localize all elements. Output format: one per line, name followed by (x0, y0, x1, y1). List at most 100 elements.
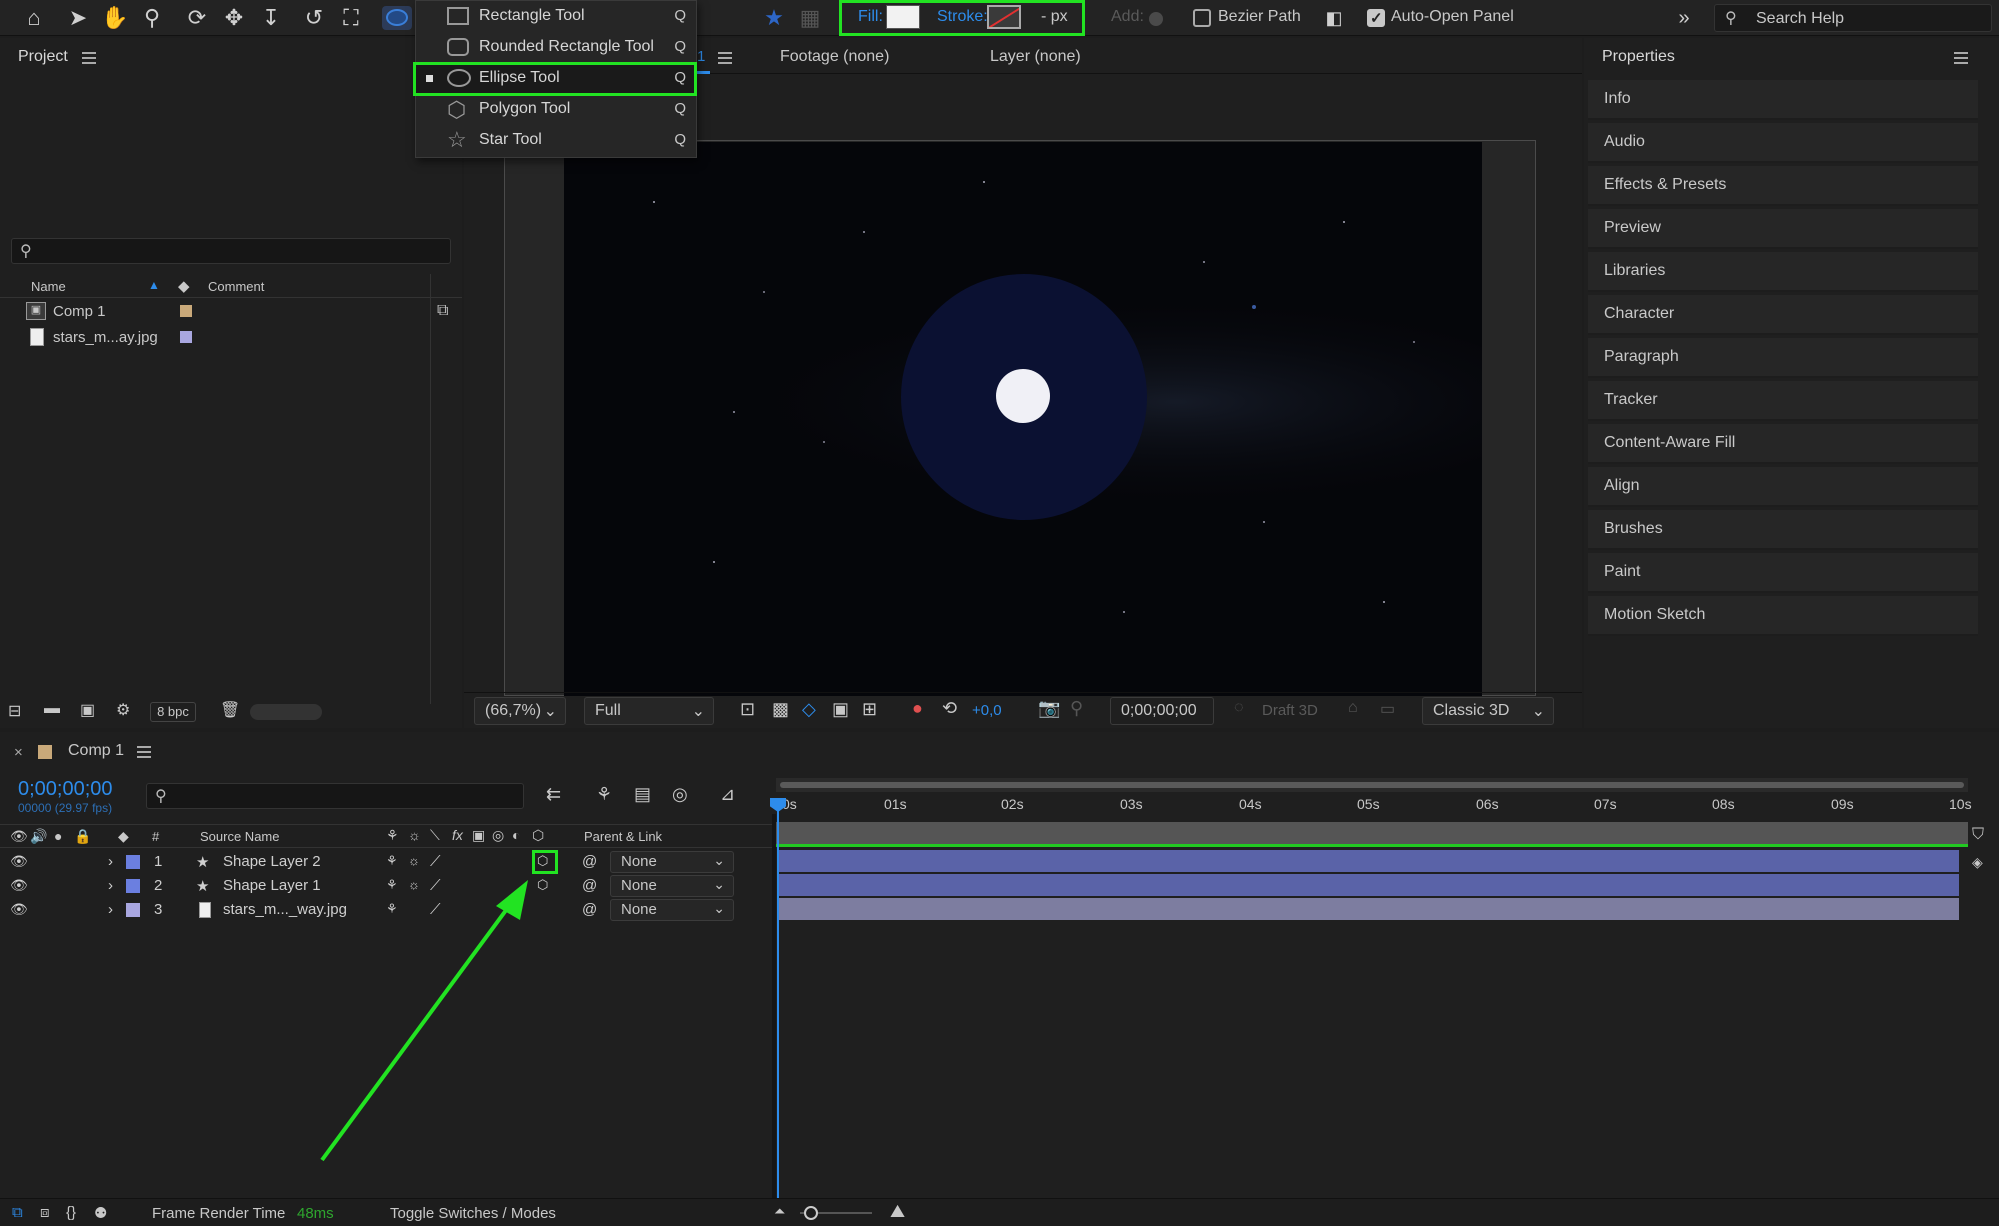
collapse-switch-icon[interactable]: ☼ (408, 827, 421, 843)
pan-camera-tool-icon[interactable]: ✥ (220, 4, 248, 32)
transparency-grid-icon[interactable]: ▩ (772, 699, 789, 720)
work-area-range[interactable] (780, 782, 1964, 788)
layer-bar[interactable] (778, 898, 1959, 920)
timeline-search-input[interactable]: ⚲ (146, 783, 524, 809)
current-time-indicator[interactable] (777, 800, 779, 1198)
properties-panel-title[interactable]: Properties (1602, 48, 1675, 66)
name-column-header[interactable]: Name (31, 279, 66, 294)
pick-whip-icon[interactable]: @ (582, 853, 597, 870)
parent-link-column-header[interactable]: Parent & Link (584, 829, 662, 844)
in-out-columns-icon[interactable]: {} (66, 1204, 76, 1221)
3d-layer-switch-icon[interactable]: ⬡ (532, 827, 544, 844)
mask-visibility-icon[interactable]: ◇ (802, 699, 816, 720)
bpc-button[interactable]: 8 bpc (150, 702, 196, 722)
comment-column-header[interactable]: Comment (208, 279, 264, 294)
trash-icon[interactable]: 🗑 (220, 700, 240, 720)
help-search-box[interactable]: ⚲ Search Help (1714, 4, 1992, 32)
composition-menu-icon[interactable] (718, 52, 732, 64)
dolly-camera-tool-icon[interactable]: ↧ (257, 4, 285, 32)
new-composition-icon[interactable]: ▣ (80, 700, 95, 720)
timeline-menu-icon[interactable] (137, 746, 151, 758)
panel-item-character[interactable]: Character (1588, 295, 1978, 335)
project-item-name[interactable]: Comp 1 (53, 303, 106, 320)
parent-dropdown[interactable]: None ⌄ (610, 899, 734, 921)
interpret-footage-icon[interactable]: ⊟ (8, 701, 21, 721)
list-item[interactable]: ▣ Comp 1 ⧉ (0, 300, 462, 324)
project-panel-title[interactable]: Project (18, 48, 68, 66)
panel-item-effects-presets[interactable]: Effects & Presets (1588, 166, 1978, 206)
add-dropdown-icon[interactable] (1149, 12, 1163, 26)
project-search-input[interactable]: ⚲ (11, 238, 451, 264)
renderer-dropdown[interactable]: Classic 3D ⌄ (1422, 697, 1554, 725)
layer-label-color[interactable] (126, 903, 140, 917)
parent-dropdown[interactable]: None ⌄ (610, 875, 734, 897)
fast-previews-icon[interactable]: ⊡ (740, 699, 755, 720)
panel-item-libraries[interactable]: Libraries (1588, 252, 1978, 292)
zoom-out-icon[interactable]: ⏶ (774, 1203, 785, 1220)
puppet-pin-tool-icon[interactable]: ★ (760, 4, 788, 32)
shy-switch-icon[interactable]: ⚘ (386, 827, 399, 844)
thumbnail-slider[interactable] (250, 704, 322, 720)
motion-blur-icon[interactable]: ◎ (672, 784, 688, 805)
video-visibility-icon[interactable]: 👁 (10, 828, 28, 845)
zoom-slider-handle[interactable] (804, 1206, 818, 1220)
parent-dropdown[interactable]: None ⌄ (610, 851, 734, 873)
keyframe-navigator-icon[interactable]: ◈ (1972, 854, 1983, 871)
sort-ascending-icon[interactable]: ▲ (148, 278, 160, 292)
panel-item-brushes[interactable]: Brushes (1588, 510, 1978, 550)
tab-layer[interactable]: Layer (none) (990, 48, 1081, 66)
visibility-eye-icon[interactable]: 👁 (10, 901, 28, 918)
shy-switch-icon[interactable]: ⚘ (386, 853, 398, 869)
panel-item-preview[interactable]: Preview (1588, 209, 1978, 249)
menu-item-polygon-tool[interactable]: ⬡ Polygon Tool Q (416, 94, 696, 125)
adjustment-layer-switch-icon[interactable]: ◐ (512, 827, 520, 843)
magnification-dropdown[interactable]: (66,7%) ⌄ (474, 697, 566, 725)
shy-layers-icon[interactable]: ⚘ (596, 784, 612, 805)
reset-exposure-icon[interactable]: ⟲ (942, 698, 957, 719)
label-tag-icon[interactable]: ◆ (178, 277, 190, 295)
3d-ground-plane-icon[interactable]: ⌂ (1348, 699, 1358, 717)
ellipse-tool-button[interactable] (382, 6, 412, 30)
render-time-icon[interactable]: ⚉ (94, 1204, 107, 1222)
guides-grid-icon[interactable]: ⊞ (862, 699, 877, 720)
menu-item-rectangle-tool[interactable]: Rectangle Tool Q (416, 1, 696, 32)
expand-chevron-icon[interactable]: › (108, 853, 113, 870)
close-tab-icon[interactable]: × (14, 744, 23, 761)
layer-label-color[interactable] (126, 879, 140, 893)
selection-tool-icon[interactable]: ➤ (64, 4, 92, 32)
panel-item-motion-sketch[interactable]: Motion Sketch (1588, 596, 1978, 636)
panel-item-tracker[interactable]: Tracker (1588, 381, 1978, 421)
frame-blend-switch-icon[interactable]: ▣ (472, 827, 485, 844)
label-color-swatch[interactable] (180, 305, 192, 317)
panel-item-align[interactable]: Align (1588, 467, 1978, 507)
new-folder-icon[interactable]: ▬ (44, 700, 60, 718)
auto-open-panel-label[interactable]: Auto-Open Panel (1391, 8, 1514, 26)
effects-switch-icon[interactable]: fx (452, 827, 463, 843)
pick-whip-icon[interactable]: @ (582, 901, 597, 918)
motion-blur-switch-icon[interactable]: ◎ (492, 827, 504, 844)
label-tag-icon[interactable]: ◆ (118, 828, 129, 845)
tab-footage[interactable]: Footage (none) (780, 48, 889, 66)
orbit-camera-tool-icon[interactable]: ⟳ (183, 4, 211, 32)
rectangle-mode-icon[interactable]: ◧ (1320, 4, 1348, 32)
flowchart-icon[interactable]: ⧉ (437, 302, 448, 320)
audio-icon[interactable]: 🔊 (30, 828, 47, 845)
layer-bar[interactable] (778, 874, 1959, 896)
panel-item-paint[interactable]: Paint (1588, 553, 1978, 593)
graph-editor-icon[interactable]: ⊿ (720, 784, 735, 805)
bezier-path-checkbox[interactable] (1193, 9, 1211, 27)
expand-chevron-icon[interactable]: › (108, 901, 113, 918)
stroke-swatch[interactable] (987, 5, 1021, 29)
expand-toolbar-icon[interactable]: » (1670, 4, 1698, 32)
source-name-column-header[interactable]: Source Name (200, 829, 279, 844)
timeline-tab-title[interactable]: Comp 1 (68, 742, 124, 760)
shape-layer-ellipse-small[interactable] (996, 369, 1050, 423)
project-menu-icon[interactable] (82, 52, 96, 64)
project-item-name[interactable]: stars_m...ay.jpg (53, 329, 158, 346)
visibility-eye-icon[interactable]: 👁 (10, 877, 28, 894)
hand-tool-icon[interactable]: ✋ (101, 4, 129, 32)
layer-bar[interactable] (778, 850, 1959, 872)
zoom-tool-icon[interactable]: ⚲ (138, 4, 166, 32)
work-area-bar[interactable] (776, 778, 1968, 792)
layer-switches-icon[interactable]: ⧉ (12, 1204, 23, 1221)
